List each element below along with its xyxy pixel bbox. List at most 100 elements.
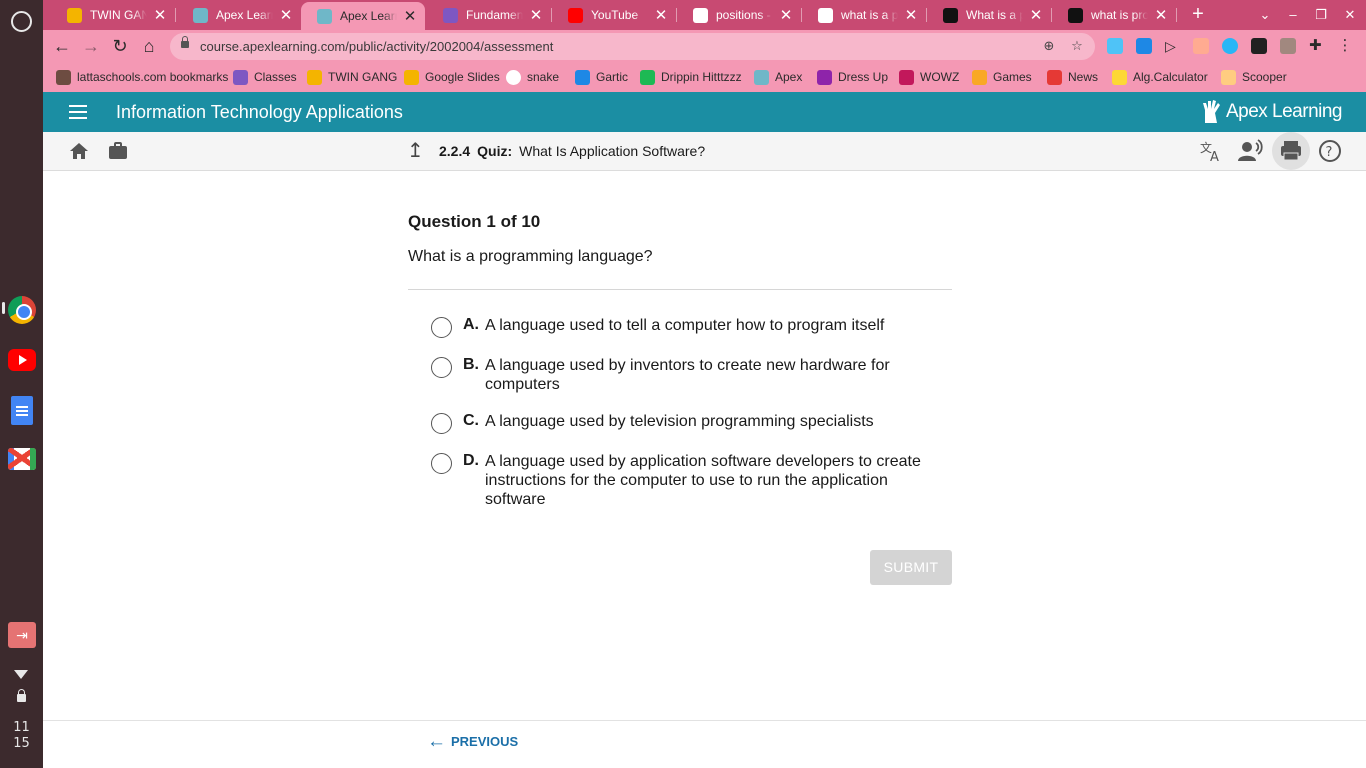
lock-icon[interactable]	[17, 689, 26, 702]
option-letter: A.	[463, 316, 479, 333]
radio-button[interactable]	[431, 317, 452, 338]
bookmark-item[interactable]: WOWZ	[899, 68, 959, 86]
bookmark-item[interactable]: Alg.Calculator	[1112, 68, 1208, 86]
brainly-icon	[1068, 7, 1083, 23]
translate-icon[interactable]: 文 A	[1197, 137, 1225, 165]
print-extension-icon[interactable]	[1136, 38, 1152, 54]
bookmark-item[interactable]: Google Slides	[404, 68, 500, 86]
vpn-extension-icon[interactable]	[1222, 38, 1238, 54]
home-icon[interactable]	[68, 140, 90, 162]
browser-tab[interactable]: what is progr ✕	[1052, 2, 1177, 28]
radio-button[interactable]	[431, 413, 452, 434]
minimize-icon[interactable]: –	[1284, 6, 1302, 24]
bookmark-item[interactable]: TWIN GANG	[307, 68, 397, 86]
browser-tab[interactable]: TWIN GANG - ✕	[51, 2, 176, 28]
wifi-icon[interactable]	[14, 670, 28, 679]
zoom-icon[interactable]: ⊕	[1040, 37, 1058, 55]
grammar-extension-icon[interactable]	[1280, 38, 1296, 54]
text-to-speech-icon[interactable]	[1236, 137, 1264, 165]
submit-button[interactable]: SUBMIT	[870, 550, 952, 585]
bookmark-item[interactable]: Gartic	[575, 68, 628, 86]
close-tab-icon[interactable]: ✕	[1029, 6, 1043, 24]
browser-tab[interactable]: Apex Learning ✕	[177, 2, 301, 28]
close-window-icon[interactable]: ✕	[1341, 6, 1359, 24]
exit-app-icon[interactable]: ⇥	[8, 622, 36, 648]
slides-icon	[404, 69, 419, 85]
option-letter: D.	[463, 452, 479, 469]
bookmark-star-icon[interactable]: ☆	[1068, 37, 1086, 55]
youtube-app-icon[interactable]	[8, 349, 36, 371]
answer-option-d[interactable]: D. A language used by application softwa…	[408, 452, 952, 509]
radio-button[interactable]	[431, 357, 452, 378]
browser-tab[interactable]: What is a pro ✕	[927, 2, 1052, 28]
bookmark-item[interactable]: snake	[506, 68, 559, 86]
browser-tab[interactable]: Fundamental ✕	[427, 2, 552, 28]
option-text[interactable]: A language used to tell a computer how t…	[485, 316, 884, 335]
restore-icon[interactable]: ❐	[1312, 6, 1330, 24]
new-tab-button[interactable]: +	[1187, 4, 1209, 26]
browser-tab[interactable]: Apex Learning ✕	[301, 2, 425, 30]
answer-option-c[interactable]: C. A language used by television program…	[408, 412, 952, 434]
apex-icon	[193, 7, 208, 23]
close-tab-icon[interactable]: ✕	[904, 6, 918, 24]
docs-app-icon[interactable]	[11, 396, 33, 425]
answer-option-b[interactable]: B. A language used by inventors to creat…	[408, 356, 952, 394]
games-icon	[972, 69, 987, 85]
bookmark-item[interactable]: Apex	[754, 68, 802, 86]
previous-button[interactable]: ← PREVIOUS	[427, 732, 518, 751]
browser-tab[interactable]: what is a prog ✕	[802, 2, 927, 28]
address-bar[interactable]: course.apexlearning.com/public/activity/…	[170, 33, 1095, 60]
extensions-puzzle-icon[interactable]: ✚	[1309, 38, 1325, 54]
launcher-icon[interactable]	[11, 11, 32, 32]
video-extension-icon[interactable]	[1193, 38, 1209, 54]
radio-button[interactable]	[431, 453, 452, 474]
secure-lock-icon[interactable]	[181, 36, 189, 48]
back-icon[interactable]: ←	[50, 34, 74, 58]
extension-icon[interactable]	[1107, 38, 1123, 54]
url-text[interactable]: course.apexlearning.com/public/activity/…	[200, 39, 553, 54]
gmail-app-icon[interactable]	[8, 448, 36, 470]
bookmark-item[interactable]: News	[1047, 68, 1098, 86]
browser-menu-icon[interactable]: ⋮	[1337, 38, 1353, 54]
system-clock[interactable]: 11 15	[0, 720, 43, 752]
close-tab-icon[interactable]: ✕	[1154, 6, 1168, 24]
help-icon[interactable]: ?	[1316, 137, 1344, 165]
close-tab-icon[interactable]: ✕	[403, 7, 417, 25]
avatar-extension-icon[interactable]	[1251, 38, 1267, 54]
print-button[interactable]	[1272, 132, 1310, 170]
close-tab-icon[interactable]: ✕	[654, 6, 668, 24]
option-text[interactable]: A language used by inventors to create n…	[485, 356, 925, 394]
cursor-extension-icon[interactable]: ▷	[1165, 38, 1181, 54]
activity-kind: Quiz:	[477, 143, 513, 159]
bookmark-item[interactable]: Games	[972, 68, 1032, 86]
browser-tab[interactable]: positions - Go ✕	[677, 2, 802, 28]
folder-icon	[56, 69, 71, 85]
tab-search-icon[interactable]: ⌄	[1256, 6, 1274, 24]
answer-option-a[interactable]: A. A language used to tell a computer ho…	[408, 316, 952, 338]
close-tab-icon[interactable]: ✕	[529, 6, 543, 24]
option-letter: B.	[463, 356, 479, 373]
close-tab-icon[interactable]: ✕	[279, 6, 293, 24]
bookmark-item[interactable]: Drippin Hitttzzz	[640, 68, 742, 86]
option-text[interactable]: A language used by application software …	[485, 452, 925, 509]
home-icon[interactable]: ⌂	[137, 34, 161, 58]
option-text[interactable]: A language used by television programmin…	[485, 412, 874, 431]
browser-tab[interactable]: YouTube ✕	[552, 2, 677, 28]
svg-text:A: A	[1210, 150, 1219, 165]
reload-icon[interactable]: ↻	[108, 34, 132, 58]
up-arrow-icon[interactable]: ↥	[407, 141, 425, 161]
briefcase-icon[interactable]	[107, 140, 129, 162]
tab-title: what is progr	[1091, 8, 1148, 22]
close-tab-icon[interactable]: ✕	[153, 6, 167, 24]
bookmark-label: TWIN GANG	[328, 70, 398, 84]
bookmark-item[interactable]: Classes	[233, 68, 297, 86]
bookmark-item[interactable]: lattaschools.com bookmarks	[56, 68, 228, 86]
menu-icon[interactable]	[69, 105, 87, 119]
bookmark-item[interactable]: Scooper	[1221, 68, 1287, 86]
close-tab-icon[interactable]: ✕	[779, 6, 793, 24]
calculator-icon	[1112, 69, 1127, 85]
forward-icon[interactable]: →	[79, 34, 103, 58]
print-icon	[1281, 141, 1301, 161]
chrome-app-icon[interactable]	[8, 296, 36, 324]
bookmark-item[interactable]: Dress Up	[817, 68, 888, 86]
